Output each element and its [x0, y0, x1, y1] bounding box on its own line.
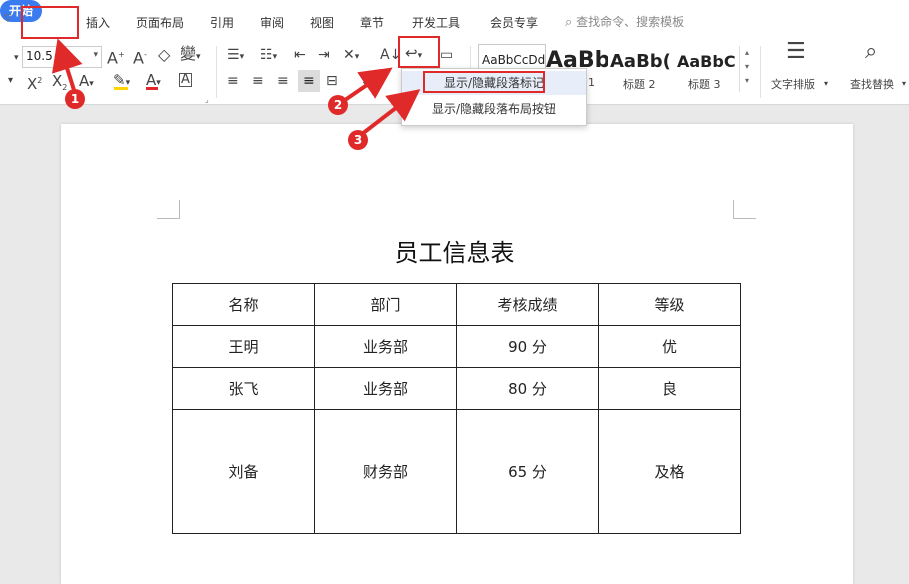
table-row: 刘备 财务部 65 分 及格 [172, 409, 741, 534]
chevron-down-icon[interactable]: ▾ [8, 73, 13, 89]
table-row: 张飞 业务部 80 分 良 [172, 367, 741, 410]
grow-font-icon[interactable]: A+ [107, 47, 125, 66]
header-cell: 考核成绩 [456, 283, 599, 326]
ruler-icon[interactable]: ▭ [440, 47, 453, 63]
annotation-box-1 [21, 6, 79, 39]
tab-page-layout[interactable]: 页面布局 [136, 14, 184, 31]
table-cell: 张飞 [172, 367, 315, 410]
table-cell: 业务部 [314, 367, 457, 410]
line-spacing-icon[interactable]: ↕ [360, 73, 372, 89]
dialog-launcher-icon[interactable]: ⌟ [205, 92, 209, 108]
eraser-icon[interactable]: ◇ [158, 47, 170, 63]
style-heading2[interactable]: AaBb( [610, 51, 674, 79]
search-placeholder: 查找命令、搜索模板 [576, 15, 685, 29]
align-justify-button[interactable]: ≡ [298, 70, 320, 92]
tab-insert[interactable]: 插入 [86, 14, 110, 31]
subscript-icon[interactable]: X2 [52, 73, 67, 96]
style-gallery-scroll[interactable]: ▴ ▾ ▾ [739, 46, 754, 92]
table-cell: 财务部 [314, 409, 457, 534]
header-cell: 名称 [172, 283, 315, 326]
align-center-icon[interactable]: ≡ [252, 73, 264, 89]
find-replace-button[interactable]: 查找替换 [850, 76, 894, 92]
decrease-indent-icon[interactable]: ⇤ [294, 47, 306, 63]
align-left-icon[interactable]: ≡ [227, 73, 239, 89]
chinese-layout-icon[interactable]: ✕▾ [343, 47, 359, 65]
chevron-down-icon[interactable]: ▾ [824, 76, 828, 92]
tab-references[interactable]: 引用 [210, 14, 234, 31]
table-cell: 65 分 [456, 409, 599, 534]
tab-review[interactable]: 审阅 [260, 14, 284, 31]
text-layout-button[interactable]: 文字排版 [771, 76, 815, 92]
distributed-align-icon[interactable]: ⊟ [326, 73, 338, 89]
chevron-down-icon: ▾ [93, 50, 98, 60]
numbered-list-icon[interactable]: ☷▾ [260, 47, 277, 65]
font-size-value: 10.5 [26, 49, 53, 63]
separator [216, 46, 217, 98]
chevron-down-icon[interactable]: ▽ [4, 13, 12, 24]
font-dropdown-arrow[interactable]: ▾ [14, 50, 19, 66]
tab-developer[interactable]: 开发工具 [412, 14, 460, 31]
font-size-field[interactable]: 10.5 ▾ [22, 46, 102, 68]
table-cell: 良 [598, 367, 741, 410]
font-color-bar [146, 87, 158, 90]
annotation-badge-1: 1 [65, 89, 85, 109]
align-justify-icon: ≡ [303, 73, 315, 89]
highlight-color-bar [114, 87, 128, 90]
align-right-icon[interactable]: ≡ [277, 73, 289, 89]
command-search[interactable]: ⌕ 查找命令、搜索模板 [565, 13, 684, 30]
annotation-box-3 [423, 71, 545, 93]
style-label: 1 [588, 76, 595, 89]
table-cell: 业务部 [314, 325, 457, 368]
annotation-badge-3: 3 [348, 130, 368, 150]
table-header-row: 名称 部门 考核成绩 等级 [172, 283, 741, 326]
bullet-list-icon[interactable]: ☰▾ [227, 47, 244, 65]
tab-member[interactable]: 会员专享 [490, 14, 538, 31]
search-icon: ⌕ [565, 15, 573, 30]
search-icon[interactable]: ⌕ [865, 41, 877, 63]
table-cell: 优 [598, 325, 741, 368]
table-cell: 刘备 [172, 409, 315, 534]
menu-item-toggle-layout-buttons[interactable]: 显示/隐藏段落布局按钮 [402, 97, 586, 121]
margin-mark [157, 200, 180, 219]
header-cell: 等级 [598, 283, 741, 326]
text-effect-icon[interactable]: A▾ [79, 73, 94, 92]
superscript-icon[interactable]: X2 [27, 73, 42, 92]
annotation-box-2 [398, 36, 440, 68]
margin-mark [733, 200, 756, 219]
menu-tab-bar: ▽ 开始 插入 页面布局 引用 审阅 视图 章节 开发工具 会员专享 ⌕ 查找命… [0, 0, 909, 40]
table-cell: 90 分 [456, 325, 599, 368]
document-title: 员工信息表 [394, 239, 515, 267]
text-layout-icon[interactable]: ☰ [786, 41, 806, 63]
employee-table: 名称 部门 考核成绩 等级 王明 业务部 90 分 优 张飞 业务部 80 分 … [172, 283, 741, 534]
table-cell: 王明 [172, 325, 315, 368]
chevron-down-icon[interactable]: ▾ [902, 76, 906, 92]
separator [760, 46, 761, 98]
table-cell: 80 分 [456, 367, 599, 410]
table-cell: 及格 [598, 409, 741, 534]
header-cell: 部门 [314, 283, 457, 326]
phonetic-icon[interactable]: 變▾ [180, 46, 201, 65]
style-label: 标题 3 [688, 78, 721, 91]
increase-indent-icon[interactable]: ⇥ [318, 47, 330, 63]
char-border-icon[interactable]: A [179, 73, 192, 87]
table-row: 王明 业务部 90 分 优 [172, 325, 741, 368]
annotation-badge-2: 2 [328, 95, 348, 115]
tab-section[interactable]: 章节 [360, 14, 384, 31]
tab-view[interactable]: 视图 [310, 14, 334, 31]
shrink-font-icon[interactable]: A- [133, 47, 147, 66]
style-label: 标题 2 [623, 78, 656, 91]
